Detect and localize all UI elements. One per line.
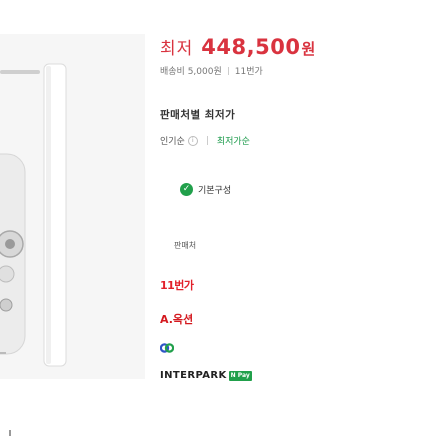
seller-interpark-logo[interactable]: INTERPARK N Pay	[160, 370, 252, 381]
price-info-panel: 최저 448,500 원 배송비 5,000원 11번가 판매처별 최저가 인기…	[159, 0, 443, 443]
sort-options: 인기순 i 최저가순	[160, 134, 250, 147]
lowest-price: 최저 448,500 원	[160, 34, 315, 64]
lowest-price-label: 최저	[160, 39, 194, 59]
image-pagination-dot	[9, 430, 11, 436]
seller-auction-logo[interactable]: A.옥션	[160, 311, 193, 327]
sort-lowest-price[interactable]: 최저가순	[217, 134, 250, 147]
interpark-logo-text: INTERPARK	[160, 370, 227, 381]
product-illustration	[0, 63, 67, 367]
sort-popular[interactable]: 인기순 i	[160, 134, 198, 147]
product-image[interactable]	[0, 0, 145, 443]
option-label: 기본구성	[198, 185, 232, 196]
gmarket-logo-icon	[159, 343, 175, 353]
price-currency-unit: 원	[301, 40, 316, 58]
shipping-fee: 배송비 5,000원	[160, 67, 222, 77]
npay-badge: N Pay	[228, 370, 252, 381]
section-title-seller-lowest-price: 판매처별 최저가	[160, 109, 236, 121]
option-basic-composition[interactable]: ✓ 기본구성	[168, 173, 404, 205]
seller-gmarket-logo[interactable]	[159, 339, 175, 358]
seller-column-header: 판매처	[174, 241, 197, 250]
lowest-price-seller[interactable]: 11번가	[235, 64, 263, 77]
shipping-info: 배송비 5,000원 11번가	[160, 64, 263, 77]
sort-popular-label: 인기순	[160, 137, 185, 147]
check-circle-icon: ✓	[180, 182, 193, 196]
divider	[206, 136, 208, 145]
lowest-price-value: 448,500	[201, 35, 301, 59]
info-icon[interactable]: i	[187, 135, 198, 146]
divider	[227, 66, 229, 75]
seller-11st-logo[interactable]: 11번가	[160, 277, 194, 293]
